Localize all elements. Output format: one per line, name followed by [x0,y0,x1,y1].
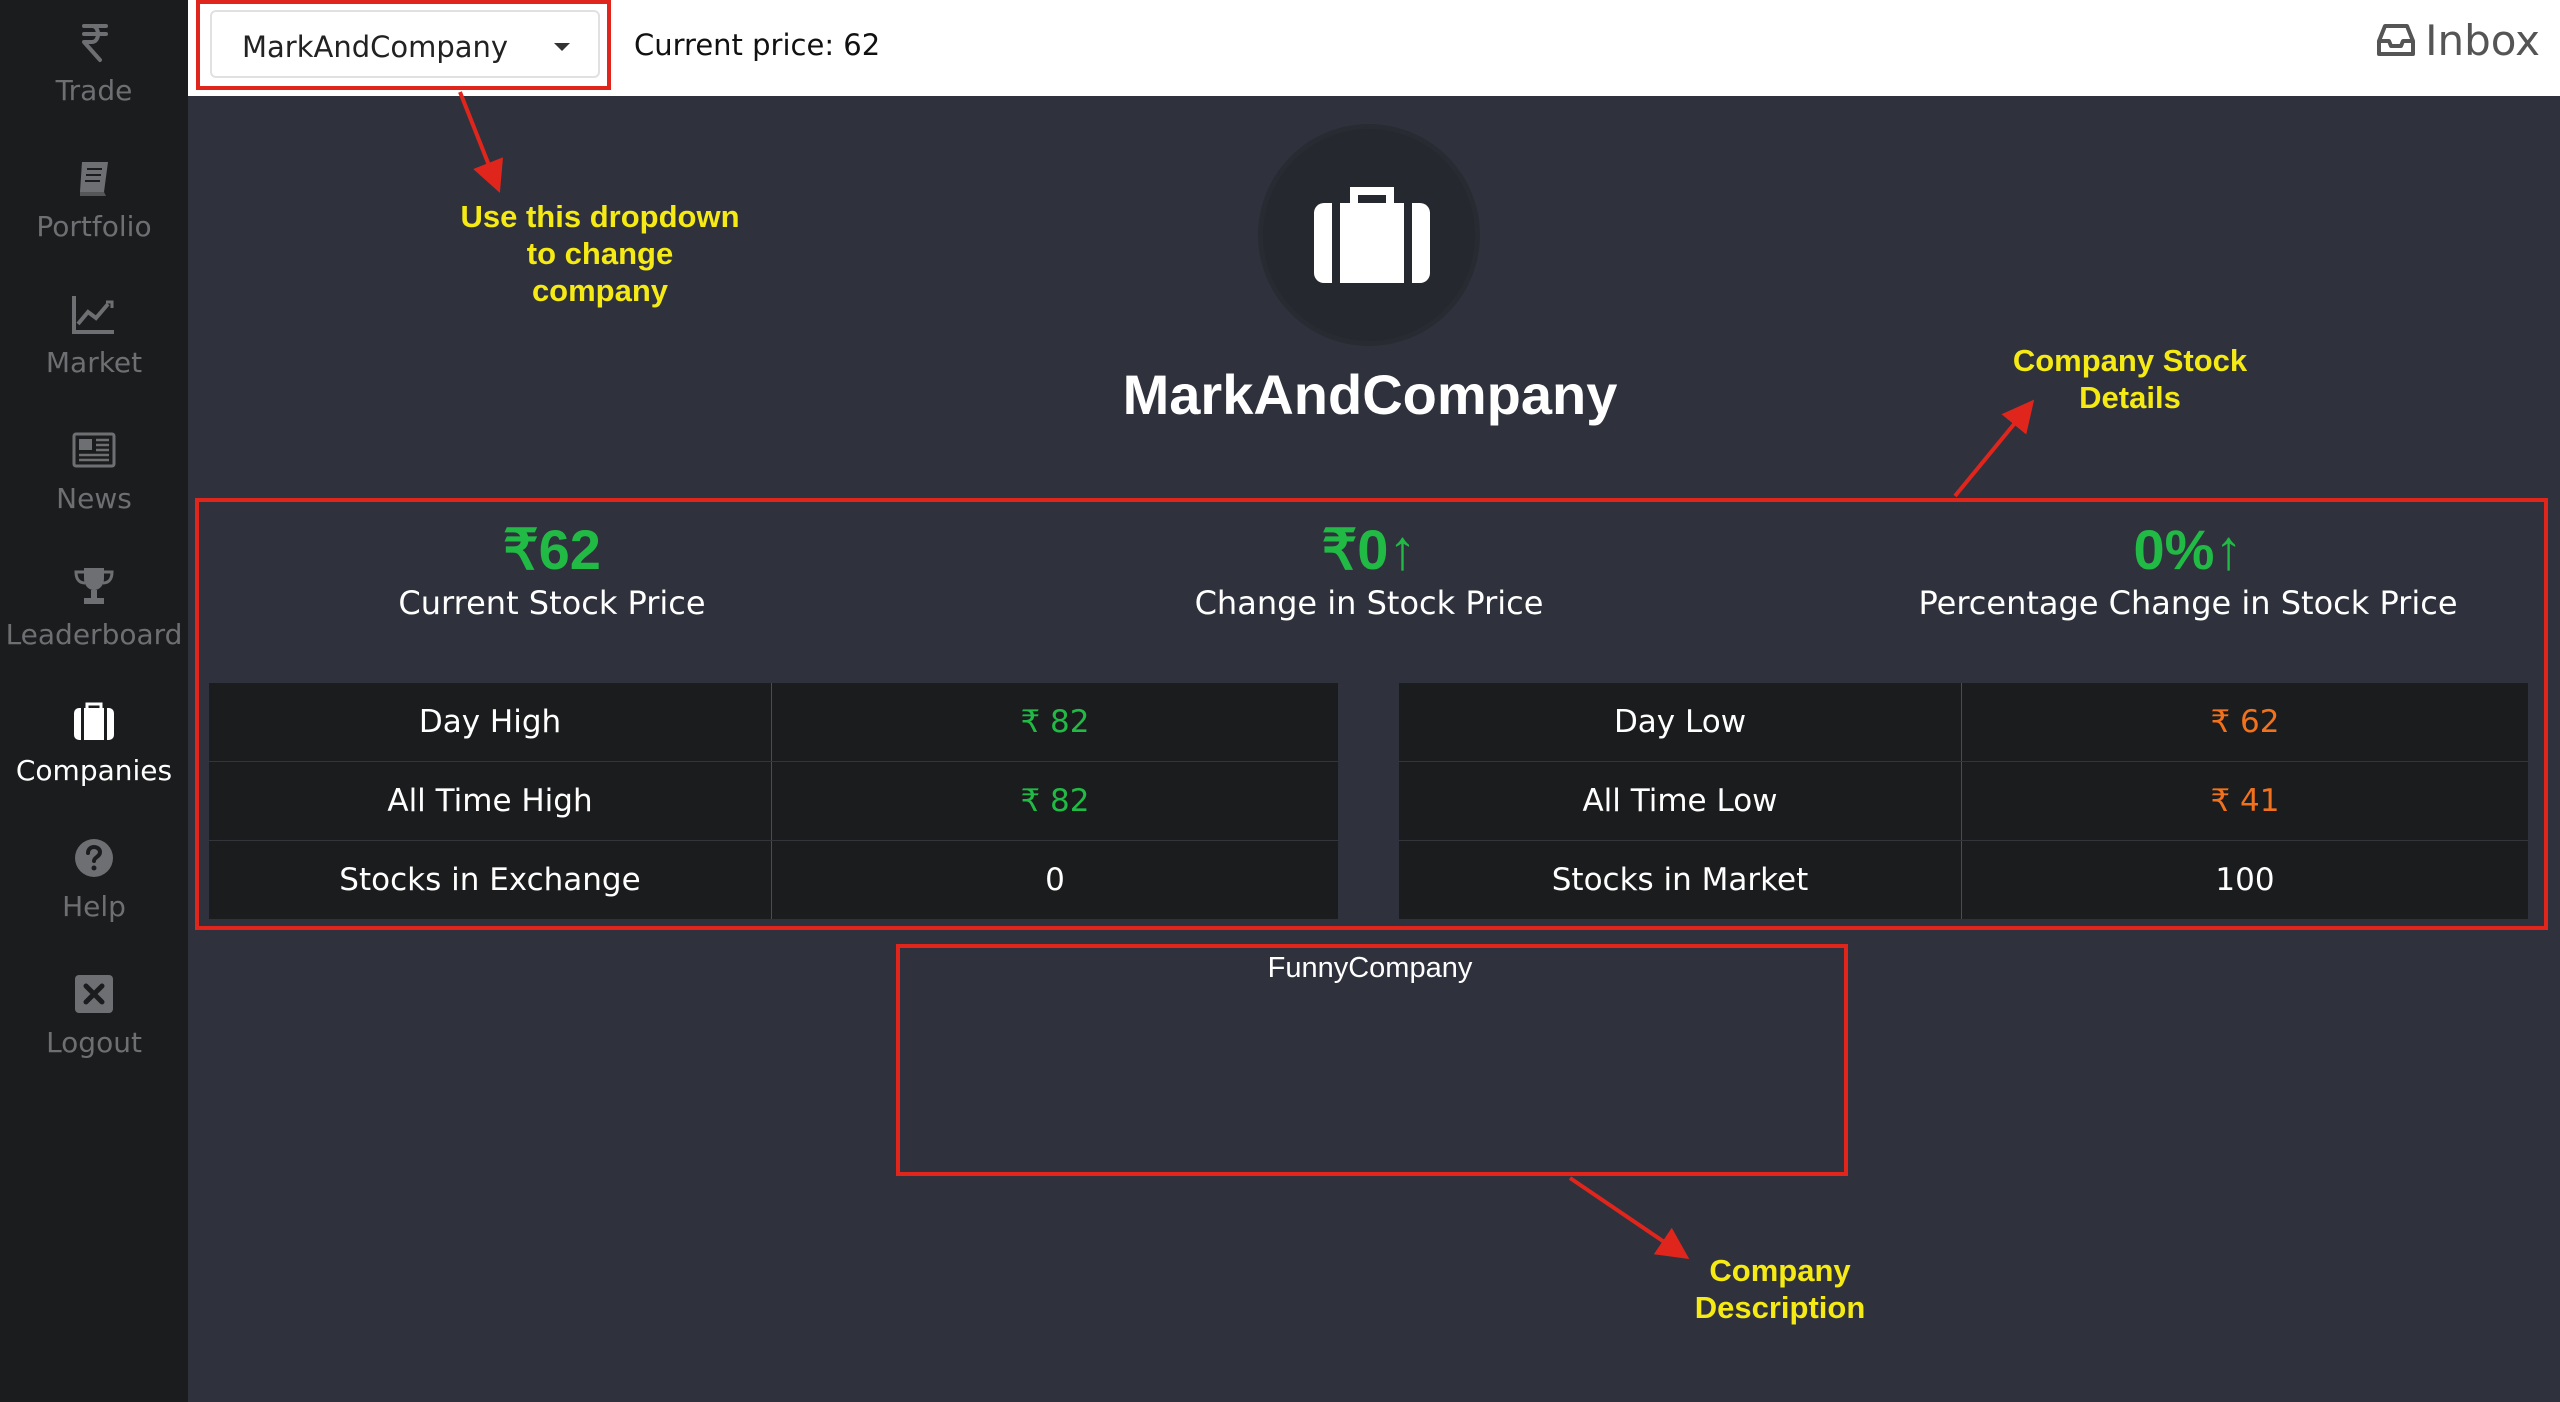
sidebar-item-market[interactable]: Market [0,272,188,408]
sidebar-item-companies[interactable]: Companies [0,680,188,816]
company-logo [1258,124,1480,346]
sidebar-item-label: Logout [46,1026,142,1059]
annotation-dropdown-note: Use this dropdown to change company [460,199,740,308]
annotation-arrow [458,91,503,193]
sidebar-item-help[interactable]: Help [0,816,188,952]
company-name-heading: MarkAndCompany [1122,363,1618,426]
line-chart-icon [70,290,118,338]
trophy-icon [70,562,118,610]
annotation-arrow [1953,399,2035,498]
sidebar-item-label: Portfolio [36,210,152,243]
briefcase-icon [70,698,118,746]
rupee-icon [70,18,118,66]
sidebar-item-logout[interactable]: Logout [0,952,188,1088]
sidebar: Trade Portfolio Market News Leaderboard … [0,0,188,1402]
sidebar-item-leaderboard[interactable]: Leaderboard [0,544,188,680]
annotation-dropdown-box [196,0,611,90]
annotation-stock-details-box [195,498,2548,930]
sidebar-item-news[interactable]: News [0,408,188,544]
sidebar-item-portfolio[interactable]: Portfolio [0,136,188,272]
inbox-icon [2377,24,2416,56]
annotation-description-box [896,944,1848,1176]
sidebar-item-label: Market [45,346,143,379]
help-circle-icon [70,834,118,882]
briefcase-icon [1314,187,1430,283]
book-icon [70,154,118,202]
annotation-arrow [1568,1176,1690,1259]
annotation-description-note: Company Description [1694,1253,1866,1325]
sidebar-item-label: Help [62,890,126,923]
inbox-label: Inbox [2425,16,2540,65]
newspaper-icon [70,426,118,474]
inbox-button[interactable]: Inbox [2377,16,2540,66]
sidebar-item-label: Leaderboard [5,618,183,651]
sidebar-item-label: Trade [55,74,133,107]
sidebar-item-trade[interactable]: Trade [0,0,188,136]
annotation-stock-details-note: Company Stock Details [2012,343,2248,415]
sidebar-item-label: News [56,482,132,515]
current-price-text: Current price: 62 [634,28,881,62]
sidebar-item-label: Companies [15,754,173,787]
close-box-icon [70,970,118,1018]
